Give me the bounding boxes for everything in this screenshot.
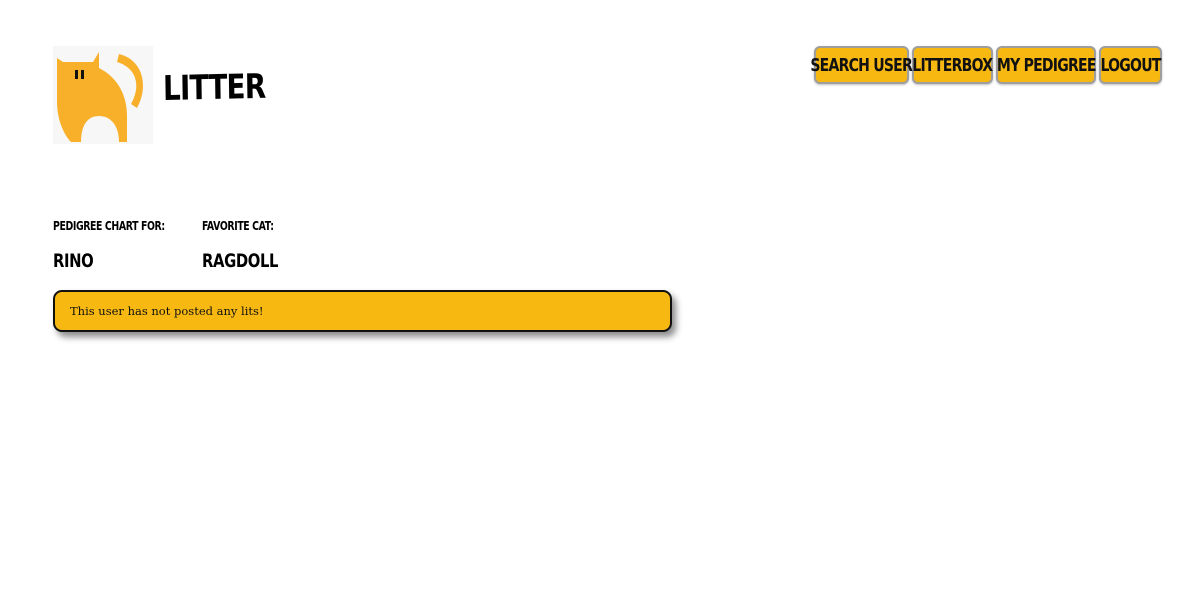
my-pedigree-label: MY PEDIGREE [996, 54, 1097, 76]
pedigree-username: RINO [53, 250, 94, 272]
search-user-button[interactable]: SEARCH USER [811, 46, 913, 84]
favorite-cat-value: RAGDOLL [202, 250, 279, 272]
app-title: LITTER [162, 66, 266, 109]
litterbox-label: LITTERBOX [912, 54, 994, 76]
litterbox-button[interactable]: LITTERBOX [912, 46, 993, 84]
favorite-cat-label: FAVORITE CAT: [202, 219, 274, 233]
logout-label: LOGOUT [1100, 54, 1161, 76]
logout-button[interactable]: LOGOUT [1099, 46, 1162, 84]
pedigree-chart-label: PEDIGREE CHART FOR: [53, 219, 165, 233]
lits-empty-panel: This user has not posted any lits! [53, 290, 672, 332]
search-user-label: SEARCH USER [810, 54, 913, 76]
cat-logo-icon[interactable] [53, 46, 153, 144]
top-nav: SEARCH USER LITTERBOX MY PEDIGREE LOGOUT [811, 46, 1162, 84]
my-pedigree-button[interactable]: MY PEDIGREE [996, 46, 1096, 84]
lits-empty-message: This user has not posted any lits! [70, 304, 264, 318]
